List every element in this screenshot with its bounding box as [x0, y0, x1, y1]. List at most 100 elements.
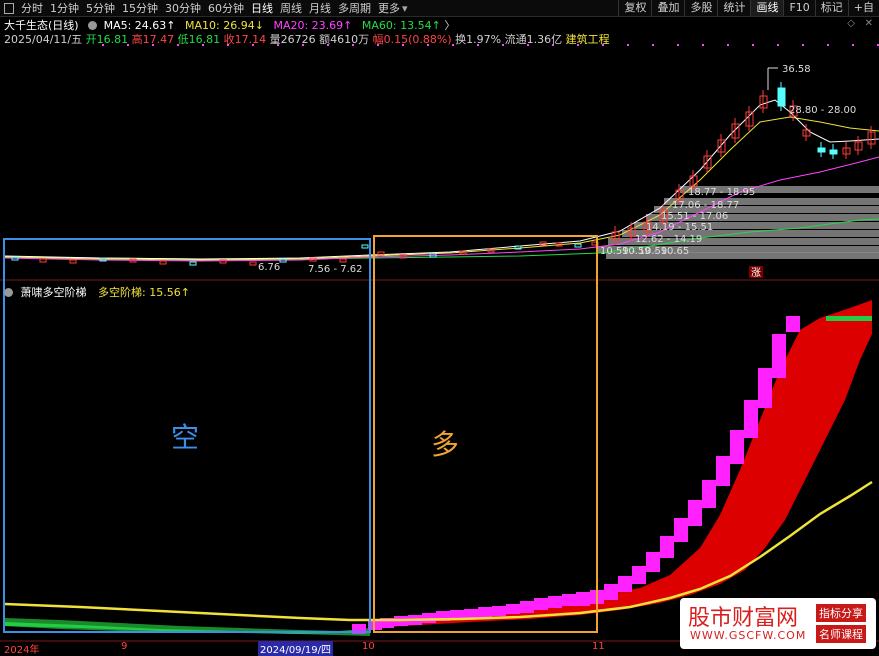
signal-dot	[102, 44, 104, 46]
candle	[817, 147, 826, 153]
watermark-brand: 股市财富网	[688, 606, 799, 631]
zhang-badge-label: 涨	[751, 267, 761, 279]
ladder-step	[576, 592, 590, 606]
ladder-step	[758, 368, 772, 408]
signal-dot	[852, 44, 854, 46]
ladder-step	[716, 456, 730, 486]
candle	[574, 243, 582, 248]
ladder-step	[702, 480, 716, 508]
candle	[377, 251, 385, 256]
watermark-logo: 股市财富网 WWW.GSCFW.COM 指标分享 名师课程	[680, 598, 876, 649]
signal-dot	[702, 44, 704, 46]
chip-label-4: 14.19 - 15.51	[646, 222, 713, 233]
ladder-step	[562, 594, 576, 606]
signal-dot	[777, 44, 779, 46]
signal-dot	[277, 44, 279, 46]
candle	[361, 244, 369, 249]
ladder-step	[520, 601, 534, 613]
candle	[159, 260, 167, 265]
candle	[39, 258, 47, 263]
signal-dots	[102, 44, 879, 46]
range-top-label: 28.80 - 28.00	[789, 105, 856, 116]
signal-dot	[452, 44, 454, 46]
ladder-step	[422, 613, 436, 623]
signal-dot	[302, 44, 304, 46]
signal-dot	[652, 44, 654, 46]
signal-dot	[602, 44, 604, 46]
signal-dot	[752, 44, 754, 46]
candle	[189, 261, 197, 266]
bull-label: 多	[431, 428, 459, 461]
chip-label-3: 15.51 - 17.06	[661, 211, 728, 222]
ladder-step	[534, 598, 548, 610]
signal-dot	[127, 44, 129, 46]
signal-dot	[627, 44, 629, 46]
watermark-tag1: 指标分享	[816, 604, 866, 622]
ladder-step	[786, 316, 800, 332]
ladder-step	[604, 584, 618, 600]
signal-dot	[152, 44, 154, 46]
signal-dot	[502, 44, 504, 46]
ladder-indicator	[4, 300, 873, 636]
indicator-value: 多空阶梯: 15.56↑	[98, 286, 190, 299]
date-axis-year: 2024年	[4, 645, 40, 656]
signal-dot	[352, 44, 354, 46]
ladder-step	[492, 606, 506, 616]
bear-label: 空	[171, 421, 199, 454]
candle	[339, 258, 347, 263]
indicator-header: 萧啸多空阶梯 多空阶梯: 15.56↑	[4, 284, 190, 300]
signal-dot	[227, 44, 229, 46]
low-left-label: 6.76	[258, 262, 280, 273]
candle	[219, 259, 227, 264]
date-axis-month-11: 11	[592, 641, 605, 652]
candle	[777, 87, 786, 107]
signal-dot	[727, 44, 729, 46]
signal-dot	[527, 44, 529, 46]
signal-dot	[802, 44, 804, 46]
high-price-label: 36.58	[782, 64, 811, 75]
signal-dot	[327, 44, 329, 46]
chip-label-5: 12.62 - 14.19	[635, 234, 702, 245]
signal-dot	[252, 44, 254, 46]
signal-dot	[677, 44, 679, 46]
kline-chart[interactable]: 36.58 28.80 - 28.00 6.76 7.56 - 7.62 18.…	[0, 0, 879, 653]
chip-label-2: 17.06 - 18.77	[672, 200, 739, 211]
ladder-step	[646, 552, 660, 572]
signal-dot	[202, 44, 204, 46]
candle	[249, 261, 257, 266]
ladder-step	[506, 604, 520, 614]
signal-dot	[377, 44, 379, 46]
candle	[69, 259, 77, 264]
settings-circle-icon[interactable]	[4, 288, 13, 297]
signal-dot	[402, 44, 404, 46]
candle	[829, 149, 838, 155]
bull-box	[373, 235, 598, 633]
ladder-step	[730, 430, 744, 464]
signal-dot	[427, 44, 429, 46]
ladder-step	[478, 607, 492, 617]
ladder-step	[688, 500, 702, 526]
chip-label-7: 10.59 - 10.65	[622, 246, 689, 257]
ladder-step	[660, 536, 674, 558]
ladder-step	[618, 576, 632, 592]
chip-label-1: 18.77 - 18.95	[688, 187, 755, 198]
ladder-step	[548, 596, 562, 608]
signal-dot	[577, 44, 579, 46]
watermark-url: WWW.GSCFW.COM	[690, 629, 807, 642]
range-bottom-label: 7.56 - 7.62	[308, 264, 363, 275]
signal-dot	[827, 44, 829, 46]
ladder-top-green	[826, 316, 872, 321]
signal-dot	[177, 44, 179, 46]
signal-dot	[477, 44, 479, 46]
date-axis-month-9: 9	[121, 641, 128, 652]
candlesticks	[11, 82, 876, 266]
signal-dot	[552, 44, 554, 46]
indicator-name[interactable]: 萧啸多空阶梯	[21, 286, 87, 299]
ladder-step	[772, 334, 786, 378]
date-axis-cursor: 2024/09/19/四	[258, 641, 334, 656]
date-axis-month-10: 10	[362, 641, 375, 652]
ladder-step	[632, 566, 646, 584]
ladder-step	[674, 518, 688, 542]
watermark-tag2: 名师课程	[816, 625, 866, 643]
ladder-step	[744, 400, 758, 438]
